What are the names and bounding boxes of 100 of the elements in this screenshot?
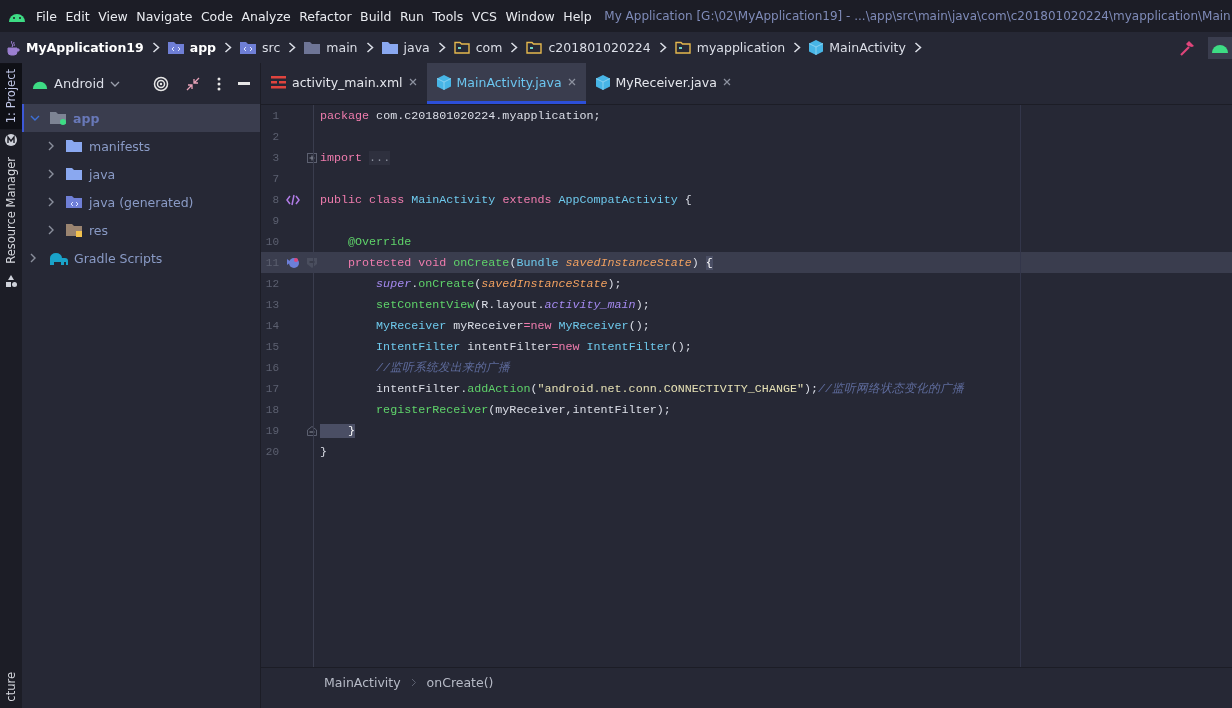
breadcrumb-item[interactable]: com <box>453 40 503 55</box>
line-number: 15 <box>264 340 279 353</box>
code-line: @Override <box>347 234 412 249</box>
breadcrumb-item[interactable]: onCreate() <box>426 675 494 690</box>
caret-icon <box>110 80 121 87</box>
line-number: 17 <box>264 382 279 395</box>
tree-label: res <box>89 222 109 238</box>
close-icon[interactable] <box>408 78 417 86</box>
cube-icon <box>436 74 451 90</box>
code-line: protected void onCreate(Bundle savedInstanceState) { <box>347 255 713 270</box>
tree-item[interactable]: java <box>22 160 260 188</box>
chevron-icon <box>288 42 297 53</box>
fold-end-icon[interactable] <box>307 425 317 436</box>
chevron-icon <box>410 678 417 687</box>
resource-folder-icon <box>66 223 83 237</box>
package-icon <box>674 41 691 54</box>
layout-icon <box>271 75 286 89</box>
chevron-icon <box>437 42 446 53</box>
tool-window-tab[interactable]: Resource Manager <box>0 151 22 270</box>
tree-label: app <box>73 110 100 126</box>
menu-item[interactable]: Refactor <box>299 8 352 24</box>
menu-item[interactable]: View <box>98 8 128 24</box>
code-tag-icon[interactable] <box>286 193 300 206</box>
menu-item[interactable]: Analyze <box>241 8 291 24</box>
menu-item[interactable]: Build <box>360 8 392 24</box>
cube-icon <box>595 74 610 90</box>
coffee-cup-icon <box>6 39 20 56</box>
menu-item[interactable]: Edit <box>65 8 90 24</box>
close-icon[interactable] <box>567 78 576 86</box>
tool-window-tab[interactable]: cture <box>0 666 22 708</box>
tree-label: java (generated) <box>89 194 194 210</box>
line-number: 20 <box>264 445 279 458</box>
menu-item[interactable]: Window <box>505 8 555 24</box>
folder-icon <box>66 139 83 153</box>
chevron-icon <box>510 42 519 53</box>
editor-tab[interactable]: MainActivity.java <box>426 63 586 104</box>
breadcrumb-item[interactable]: MainActivity <box>324 675 401 690</box>
breadcrumb-item[interactable]: main <box>304 40 358 55</box>
collapse-icon[interactable] <box>186 76 200 91</box>
line-number: 7 <box>271 172 279 185</box>
android-button[interactable] <box>1208 36 1232 59</box>
code-line: MyReceiver myReceiver=new MyReceiver(); <box>375 318 650 333</box>
menu-item[interactable]: Code <box>200 8 233 24</box>
code-line: package com.c201801020224.myapplication; <box>320 108 601 123</box>
window-title: My Application [G:\02\MyApplication19] - ...\app\src\main\java\com\c201801020224\myapplication\Main <box>604 9 1231 23</box>
editor-tab[interactable]: MyReceiver.java <box>585 63 741 104</box>
cube-icon <box>809 40 824 55</box>
shapes-icon[interactable] <box>4 274 18 288</box>
menu-item[interactable]: Navigate <box>136 8 193 24</box>
minimize-icon[interactable] <box>238 81 250 86</box>
breadcrumb-item[interactable]: MainActivity <box>809 40 906 55</box>
package-icon <box>453 41 470 54</box>
breadcrumb-item[interactable]: app <box>167 40 217 55</box>
code-line: } <box>320 444 327 459</box>
tree-label: manifests <box>89 138 151 154</box>
chevron-icon <box>913 42 922 53</box>
target-icon[interactable] <box>153 75 169 92</box>
hammer-icon[interactable] <box>1178 38 1196 57</box>
code-line: super.onCreate(savedInstanceState); <box>375 276 622 291</box>
override-icon[interactable] <box>286 256 300 269</box>
line-number: 10 <box>264 235 279 248</box>
editor-tab[interactable]: activity_main.xml <box>261 63 427 104</box>
breadcrumb-item[interactable]: c201801020224 <box>526 40 651 55</box>
code-folder-icon <box>240 41 257 54</box>
menu-item[interactable]: VCS <box>471 8 497 24</box>
more-icon[interactable] <box>217 76 221 91</box>
module-folder-icon <box>50 111 67 125</box>
tree-label: Gradle Scripts <box>74 250 163 266</box>
expand-fold-icon[interactable] <box>307 152 317 163</box>
line-number: 19 <box>264 424 279 437</box>
breadcrumb-item[interactable]: myapplication <box>674 40 786 55</box>
breadcrumb-item[interactable]: MyApplication19 <box>6 39 144 56</box>
chevron-icon <box>151 42 160 53</box>
code-line: //监听系统发出来的广播 <box>375 360 511 375</box>
code-line: intentFilter.addAction("android.net.conn.CONNECTIVITY_CHANGE");//监听网络状态变化的广播 <box>375 381 965 396</box>
tree-item[interactable]: java (generated) <box>22 188 260 216</box>
chevron-icon <box>658 42 667 53</box>
chevron-icon <box>224 42 233 53</box>
m-circle-icon[interactable] <box>4 133 18 148</box>
line-number: 13 <box>264 298 279 311</box>
menu-item[interactable]: Tools <box>432 8 464 24</box>
close-icon[interactable] <box>722 78 731 86</box>
chevron-icon <box>793 42 802 53</box>
package-icon <box>526 41 543 54</box>
menu-item[interactable]: File <box>36 8 57 24</box>
line-number: 14 <box>264 319 279 332</box>
breadcrumb-item[interactable]: java <box>381 40 430 55</box>
view-dropdown[interactable]: Android <box>32 76 121 91</box>
line-number: 16 <box>264 361 279 374</box>
tree-item[interactable]: manifests <box>22 132 260 160</box>
code-line: IntentFilter intentFilter=new IntentFilter(); <box>375 339 692 354</box>
menu-item[interactable]: Run <box>400 8 424 24</box>
menu-item[interactable]: Help <box>563 8 592 24</box>
tree-item[interactable]: Gradle Scripts <box>22 244 260 272</box>
tree-label: java <box>89 166 116 182</box>
code-folder-icon <box>66 195 83 209</box>
tool-window-tab[interactable]: 1: Project <box>0 63 22 130</box>
chevron-icon <box>365 42 374 53</box>
tree-item[interactable]: res <box>22 216 260 244</box>
breadcrumb-item[interactable]: src <box>240 40 281 55</box>
